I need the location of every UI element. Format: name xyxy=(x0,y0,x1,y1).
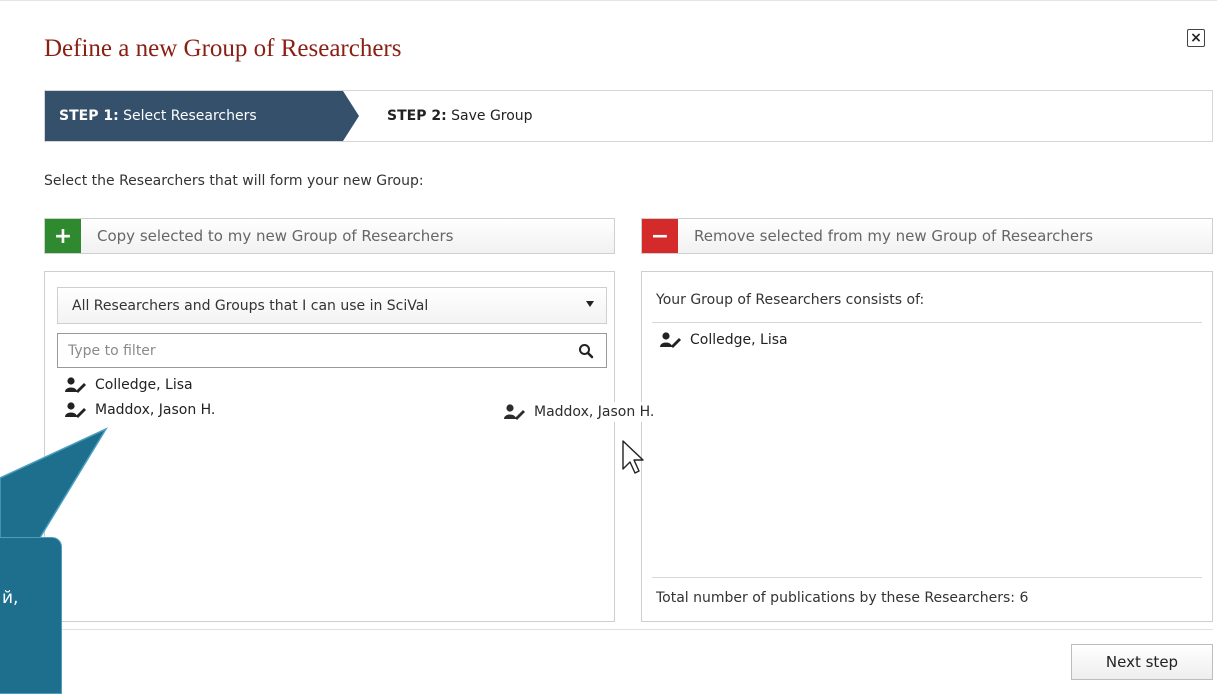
step-indicator: STEP 1: Select Researchers STEP 2: Save … xyxy=(44,90,1213,142)
list-item[interactable]: Colledge, Lisa xyxy=(65,377,193,393)
researcher-name: Maddox, Jason H. xyxy=(95,402,216,418)
dragged-item[interactable]: Maddox, Jason H. xyxy=(502,402,657,422)
dialog: Define a new Group of Researchers × STEP… xyxy=(0,0,1217,694)
researcher-name: Colledge, Lisa xyxy=(95,377,193,393)
list-item[interactable]: Colledge, Lisa xyxy=(660,332,788,348)
researcher-icon xyxy=(660,332,681,348)
copy-selected-label: Copy selected to my new Group of Researc… xyxy=(97,227,454,245)
list-item[interactable]: Maddox, Jason H. xyxy=(65,402,215,418)
researcher-icon xyxy=(65,402,86,418)
close-icon: × xyxy=(1190,30,1202,46)
mouse-pointer-icon xyxy=(622,440,644,474)
group-member-name: Colledge, Lisa xyxy=(690,332,788,348)
publication-total: Total number of publications by these Re… xyxy=(656,590,1029,606)
researcher-icon xyxy=(65,377,86,393)
dropdown-selected-value: All Researchers and Groups that I can us… xyxy=(72,297,429,314)
dialog-title: Define a new Group of Researchers xyxy=(44,35,402,62)
researcher-source-dropdown[interactable]: All Researchers and Groups that I can us… xyxy=(57,287,607,324)
step-2-prefix: STEP 2: xyxy=(387,108,447,124)
group-header: Your Group of Researchers consists of: xyxy=(656,292,925,308)
chevron-down-icon xyxy=(586,301,594,307)
close-button[interactable]: × xyxy=(1187,29,1205,47)
search-icon[interactable] xyxy=(578,343,594,359)
next-step-button[interactable]: Next step xyxy=(1071,644,1213,680)
step-1-prefix: STEP 1: xyxy=(59,108,119,124)
filter-field[interactable] xyxy=(57,333,607,368)
plus-icon: + xyxy=(45,219,81,253)
remove-selected-button[interactable]: − Remove selected from my new Group of R… xyxy=(641,218,1213,254)
remove-selected-label: Remove selected from my new Group of Res… xyxy=(694,227,1094,245)
step-1-tab: STEP 1: Select Researchers xyxy=(45,91,359,141)
minus-icon: − xyxy=(642,219,678,253)
step-1-label: Select Researchers xyxy=(123,108,257,124)
instruction-text: Select the Researchers that will form yo… xyxy=(44,173,424,189)
step-2-tab: STEP 2: Save Group xyxy=(387,91,533,141)
researcher-icon xyxy=(504,404,525,420)
tooltip-callout: й, xyxy=(0,537,62,694)
step-2-label: Save Group xyxy=(451,108,533,124)
divider xyxy=(652,577,1202,578)
callout-text: й, xyxy=(2,588,19,608)
divider xyxy=(652,322,1202,323)
source-panel: All Researchers and Groups that I can us… xyxy=(44,271,615,622)
group-panel[interactable]: Your Group of Researchers consists of: C… xyxy=(641,271,1213,622)
filter-input[interactable] xyxy=(68,342,548,359)
dragged-item-label: Maddox, Jason H. xyxy=(534,404,655,420)
footer-divider xyxy=(44,629,1213,630)
copy-selected-button[interactable]: + Copy selected to my new Group of Resea… xyxy=(44,218,615,254)
